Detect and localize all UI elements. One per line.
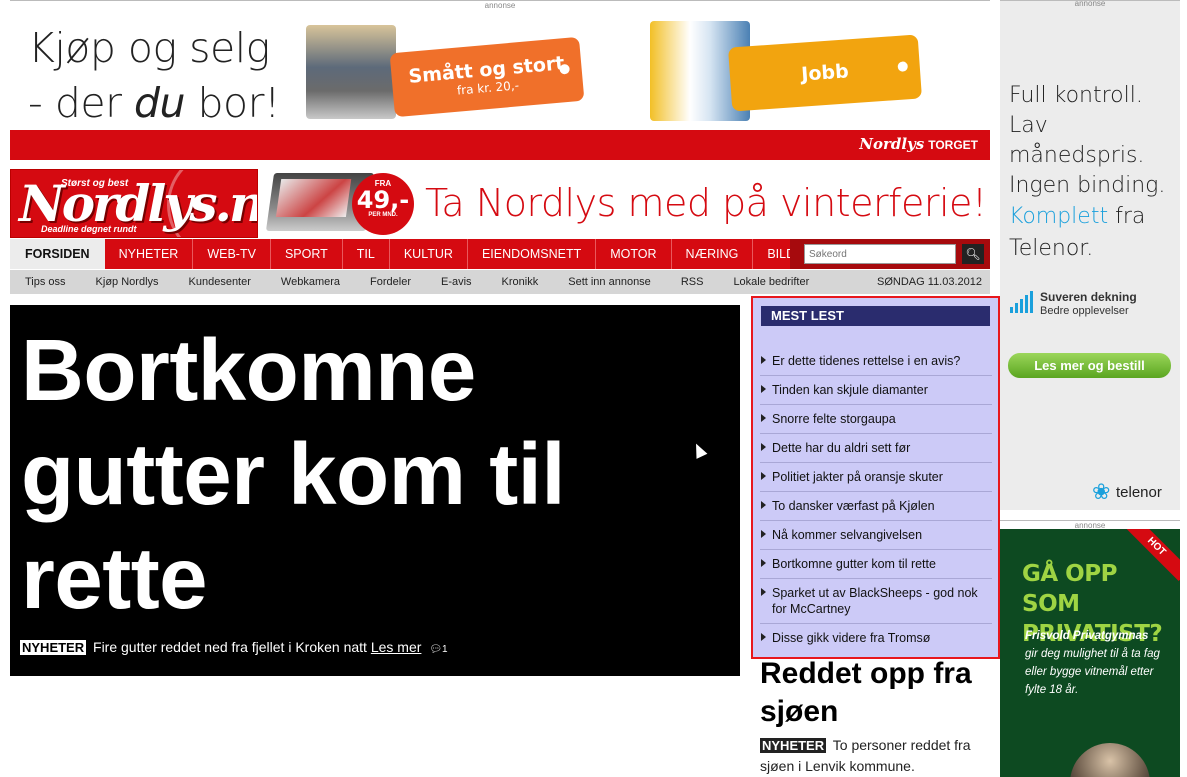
job-tag[interactable]: Jobb — [727, 34, 923, 112]
most-read-item[interactable]: To dansker værfast på Kjølen — [760, 492, 992, 521]
subnav-item-tips[interactable]: Tips oss — [10, 276, 81, 288]
most-read-item[interactable]: Bortkomne gutter kom til rette — [760, 550, 992, 579]
second-story-title[interactable]: Reddet opp fra sjøen — [760, 655, 995, 731]
most-read-item[interactable]: Dette har du aldri sett før — [760, 434, 992, 463]
torget-bar[interactable]: Nordlys TORGET — [10, 130, 990, 160]
tag-hole — [559, 63, 571, 75]
most-read-item[interactable]: Sparket ut av BlackSheeps - god nok for … — [760, 579, 992, 624]
most-read-item[interactable]: Snorre felte storgaupa — [760, 405, 992, 434]
comment-icon[interactable]: 💬︎ — [429, 644, 442, 655]
top-banner-ad[interactable]: annonse Kjøp og selg - der du bor! Smått… — [10, 0, 990, 160]
main-story-caption: NYHETER Fire gutter reddet ned fra fjell… — [20, 639, 448, 655]
nav-item-nyheter[interactable]: NYHETER — [105, 239, 194, 269]
ad-slogan-line1: Kjøp og selg — [28, 24, 270, 72]
coverage-text: Suveren dekning Bedre opplevelser — [1040, 290, 1137, 317]
nav-item-forsiden[interactable]: FORSIDEN — [10, 239, 105, 269]
main-story-summary: Fire gutter reddet ned fra fjellet i Kro… — [93, 639, 367, 655]
nav-item-til[interactable]: TIL — [343, 239, 390, 269]
logo-subtag: Deadline døgnet rundt — [41, 224, 137, 234]
torget-logo: Nordlys TORGET — [859, 135, 978, 153]
second-story[interactable]: Reddet opp fra sjøen NYHETER To personer… — [760, 655, 995, 776]
nav-item-sport[interactable]: SPORT — [271, 239, 343, 269]
most-read-box: MEST LEST Er dette tidenes rettelse i en… — [751, 296, 1000, 659]
search-input[interactable] — [804, 244, 956, 264]
comment-count: 1 — [442, 644, 448, 655]
read-more-link[interactable]: Les mer — [371, 639, 422, 655]
subnav-item-local-business[interactable]: Lokale bedrifter — [718, 276, 824, 288]
privatist-ad-box: HOT GÅ OPP SOM PRIVATIST? Frisvold Priva… — [1000, 529, 1180, 777]
telenor-ad-copy: Full kontroll. Lav månedspris. Ingen bin… — [1009, 83, 1166, 198]
privatist-body: Frisvold Privatgymnas gir deg mulighet t… — [1025, 630, 1160, 696]
main-story-title[interactable]: Bortkomne gutter kom til rette — [21, 319, 701, 631]
nav-item-naering[interactable]: NÆRING — [672, 239, 754, 269]
subnav-item-e-paper[interactable]: E-avis — [426, 276, 487, 288]
search-box: 🔍︎ — [790, 239, 990, 269]
furniture-image — [306, 25, 396, 119]
promo-headline: Ta Nordlys med på vinterferie! — [425, 181, 987, 225]
subnav-item-chronicle[interactable]: Kronikk — [487, 276, 554, 288]
tag-hole — [897, 61, 909, 72]
telenor-ad-offer: Komplett fra Telenor. — [1009, 204, 1146, 261]
ad-label: annonse — [484, 1, 516, 10]
main-story[interactable]: Bortkomne gutter kom til rette NYHETER F… — [10, 305, 740, 676]
most-read-item[interactable]: Nå kommer selvangivelsen — [760, 521, 992, 550]
order-button[interactable]: Les mer og bestill — [1008, 353, 1171, 378]
small-and-large-tag[interactable]: Smått og stort fra kr. 20,- — [389, 36, 585, 118]
telenor-ad[interactable]: annonse Full kontroll. Lav månedspris. I… — [1000, 0, 1180, 510]
nav-item-eiendomsnett[interactable]: EIENDOMSNETT — [468, 239, 597, 269]
second-story-caption: NYHETER To personer reddet fra sjøen i L… — [760, 735, 995, 776]
story-kicker: NYHETER — [20, 640, 87, 655]
subnav-item-buy[interactable]: Kjøp Nordlys — [81, 276, 174, 288]
subnav-item-webcam[interactable]: Webkamera — [266, 276, 355, 288]
date-label: SØNDAG 11.03.2012 — [877, 276, 982, 288]
telenor-logo-text: telenor — [1116, 484, 1162, 501]
sub-nav: Tips oss Kjøp Nordlys Kundesenter Webkam… — [10, 270, 990, 294]
most-read-list: Er dette tidenes rettelse i en avis? Tin… — [760, 347, 992, 653]
price-badge: FRA 49,- PER MND. — [352, 173, 414, 235]
most-read-item[interactable]: Tinden kan skjule diamanter — [760, 376, 992, 405]
main-nav: FORSIDEN NYHETER WEB-TV SPORT TIL KULTUR… — [10, 239, 990, 269]
subscription-promo[interactable]: FRA 49,- PER MND. Ta Nordlys med på vint… — [265, 169, 990, 238]
most-read-item[interactable]: Er dette tidenes rettelse i en avis? — [760, 347, 992, 376]
ad-slogan-line2: - der du bor! — [28, 79, 280, 127]
ad-slogan: Kjøp og selg - der du bor! — [28, 21, 280, 131]
site-logo[interactable]: Nordlys.no Størst og best Deadline døgne… — [10, 169, 258, 238]
most-read-item[interactable]: Disse gikk videre fra Tromsø — [760, 624, 992, 653]
subnav-item-rss[interactable]: RSS — [666, 276, 719, 288]
person-image — [1070, 743, 1150, 777]
nav-item-web-tv[interactable]: WEB-TV — [193, 239, 271, 269]
search-icon[interactable]: 🔍︎ — [962, 244, 984, 264]
subnav-item-benefits[interactable]: Fordeler — [355, 276, 426, 288]
tag-job-label: Jobb — [800, 60, 850, 86]
nav-item-motor[interactable]: MOTOR — [596, 239, 672, 269]
nav-item-kultur[interactable]: KULTUR — [390, 239, 468, 269]
privatist-ad[interactable]: annonse HOT GÅ OPP SOM PRIVATIST? Frisvo… — [1000, 520, 1180, 777]
most-read-item[interactable]: Politiet jakter på oransje skuter — [760, 463, 992, 492]
subnav-item-customer-center[interactable]: Kundesenter — [174, 276, 266, 288]
logo-tagline: Størst og best — [61, 178, 129, 189]
story-kicker: NYHETER — [760, 738, 827, 753]
signal-icon — [1010, 291, 1033, 313]
telenor-logo-icon: ❀ — [1092, 479, 1111, 504]
ad-label: annonse — [1074, 0, 1106, 8]
subnav-item-ad[interactable]: Sett inn annonse — [553, 276, 666, 288]
most-read-title: MEST LEST — [761, 306, 990, 326]
